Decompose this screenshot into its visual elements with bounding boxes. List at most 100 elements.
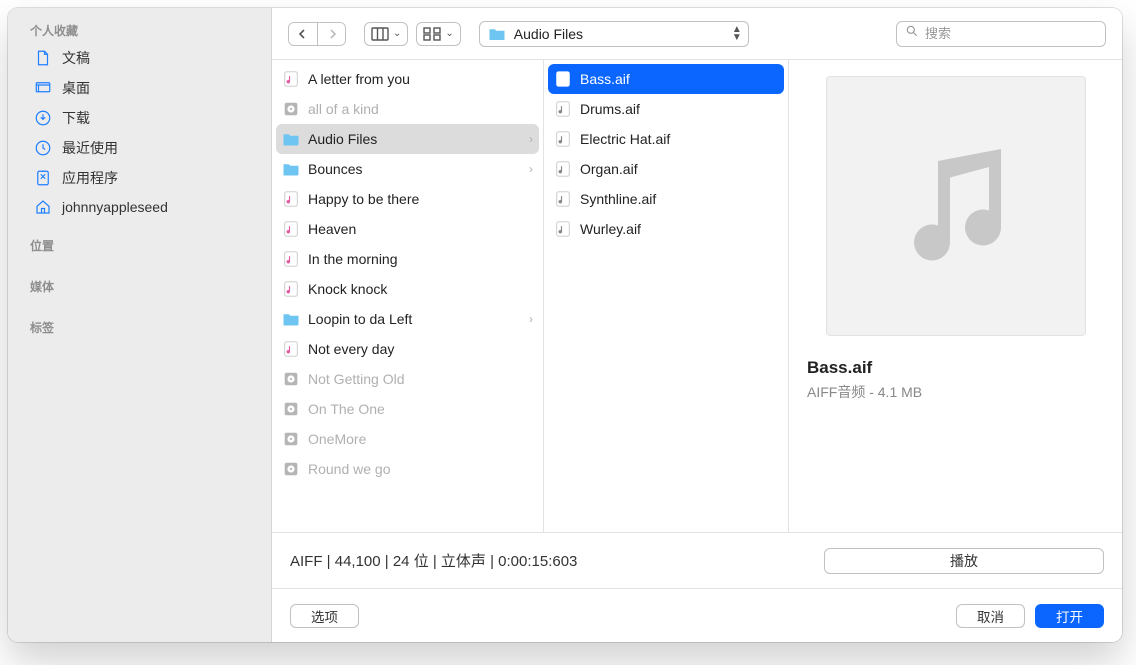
disk-icon bbox=[282, 460, 300, 478]
col1-row[interactable]: Bounces› bbox=[272, 154, 543, 184]
updown-icon: ▲▼ bbox=[732, 26, 742, 42]
desktop-icon bbox=[34, 79, 52, 97]
chevron-right-icon: › bbox=[529, 162, 533, 176]
file-row-label: In the morning bbox=[308, 251, 533, 267]
audio-icon bbox=[554, 160, 572, 178]
music-note-icon bbox=[881, 126, 1031, 286]
file-row-label: Not Getting Old bbox=[308, 371, 533, 387]
search-icon bbox=[905, 24, 919, 43]
chevron-right-icon: › bbox=[529, 132, 533, 146]
col1-row[interactable]: OneMore bbox=[272, 424, 543, 454]
folder-icon bbox=[282, 310, 300, 328]
options-button[interactable]: 选项 bbox=[290, 604, 359, 628]
file-row-label: Bass.aif bbox=[580, 71, 778, 87]
col2-row[interactable]: Synthline.aif bbox=[544, 184, 788, 214]
col1-row[interactable]: Round we go bbox=[272, 454, 543, 484]
file-row-label: Audio Files bbox=[308, 131, 521, 147]
col2-row[interactable]: Drums.aif bbox=[544, 94, 788, 124]
col2-row[interactable]: Electric Hat.aif bbox=[544, 124, 788, 154]
col1-row[interactable]: Happy to be there bbox=[272, 184, 543, 214]
sidebar-item-recents[interactable]: 最近使用 bbox=[8, 133, 271, 163]
downloads-icon bbox=[34, 109, 52, 127]
file-row-label: Synthline.aif bbox=[580, 191, 778, 207]
search-field[interactable] bbox=[896, 21, 1106, 47]
view-controls: ⌄ ⌄ bbox=[364, 22, 461, 46]
file-row-label: Not every day bbox=[308, 341, 533, 357]
sidebar-item-downloads[interactable]: 下载 bbox=[8, 103, 271, 133]
sidebar-item-applications[interactable]: 应用程序 bbox=[8, 163, 271, 193]
folder-icon bbox=[282, 160, 300, 178]
sidebar-section-tags: 标签 bbox=[8, 313, 271, 340]
file-row-label: Drums.aif bbox=[580, 101, 778, 117]
folder-icon bbox=[488, 27, 506, 41]
file-row-label: OneMore bbox=[308, 431, 533, 447]
audio-icon bbox=[554, 70, 572, 88]
nav-forward-button[interactable] bbox=[317, 23, 345, 45]
music-icon bbox=[282, 220, 300, 238]
sidebar: 个人收藏 文稿 桌面 下载 最近使用 bbox=[8, 8, 272, 642]
file-row-label: Round we go bbox=[308, 461, 533, 477]
status-bar: AIFF | 44,100 | 24 位 | 立体声 | 0:00:15:603… bbox=[272, 532, 1122, 588]
music-icon bbox=[282, 250, 300, 268]
preview-thumbnail bbox=[826, 76, 1086, 336]
col1-row[interactable]: Not every day bbox=[272, 334, 543, 364]
chevron-down-icon: ⌄ bbox=[445, 28, 453, 39]
col1-row[interactable]: Heaven bbox=[272, 214, 543, 244]
home-icon bbox=[34, 198, 52, 216]
col2-row[interactable]: Wurley.aif bbox=[544, 214, 788, 244]
col1-row[interactable]: In the morning bbox=[272, 244, 543, 274]
nav-back-button[interactable] bbox=[289, 23, 317, 45]
audio-icon bbox=[554, 100, 572, 118]
sidebar-item-home[interactable]: johnnyappleseed bbox=[8, 193, 271, 221]
search-input[interactable] bbox=[925, 26, 1101, 41]
file-row-label: Knock knock bbox=[308, 281, 533, 297]
col1-row[interactable]: Not Getting Old bbox=[272, 364, 543, 394]
disk-icon bbox=[282, 370, 300, 388]
sidebar-item-label: 最近使用 bbox=[62, 138, 118, 158]
music-icon bbox=[282, 190, 300, 208]
col1-row[interactable]: Knock knock bbox=[272, 274, 543, 304]
col1-row[interactable]: A letter from you bbox=[272, 64, 543, 94]
music-icon bbox=[282, 70, 300, 88]
col1-row[interactable]: Loopin to da Left› bbox=[272, 304, 543, 334]
preview-subtitle: AIFF音频 - 4.1 MB bbox=[807, 382, 1104, 402]
app-icon bbox=[34, 169, 52, 187]
disk-icon bbox=[282, 430, 300, 448]
file-row-label: Loopin to da Left bbox=[308, 311, 521, 327]
folder-icon bbox=[282, 130, 300, 148]
column-2[interactable]: Bass.aif Drums.aif Electric Hat.aif Organ.a… bbox=[544, 60, 789, 532]
sidebar-section-favorites: 个人收藏 bbox=[8, 16, 271, 43]
sidebar-item-documents[interactable]: 文稿 bbox=[8, 43, 271, 73]
file-row-label: A letter from you bbox=[308, 71, 533, 87]
view-grid-button[interactable]: ⌄ bbox=[416, 22, 460, 46]
toolbar: ⌄ ⌄ Audio Files ▲▼ bbox=[272, 8, 1122, 60]
sidebar-section-locations: 位置 bbox=[8, 231, 271, 258]
sidebar-item-desktop[interactable]: 桌面 bbox=[8, 73, 271, 103]
view-columns-button[interactable]: ⌄ bbox=[364, 22, 408, 46]
document-icon bbox=[34, 49, 52, 67]
file-row-label: Heaven bbox=[308, 221, 533, 237]
cancel-button[interactable]: 取消 bbox=[956, 604, 1025, 628]
col1-row[interactable]: Audio Files › bbox=[276, 124, 539, 154]
open-dialog: 个人收藏 文稿 桌面 下载 最近使用 bbox=[8, 8, 1122, 642]
col1-row[interactable]: On The One bbox=[272, 394, 543, 424]
file-row-label: Electric Hat.aif bbox=[580, 131, 778, 147]
file-row-label: all of a kind bbox=[308, 101, 533, 117]
audio-icon bbox=[554, 220, 572, 238]
audio-icon bbox=[554, 190, 572, 208]
disk-icon bbox=[282, 100, 300, 118]
col1-row[interactable]: all of a kind bbox=[272, 94, 543, 124]
main-area: ⌄ ⌄ Audio Files ▲▼ bbox=[272, 8, 1122, 642]
open-button[interactable]: 打开 bbox=[1035, 604, 1104, 628]
music-icon bbox=[282, 340, 300, 358]
play-button[interactable]: 播放 bbox=[824, 548, 1104, 574]
preview-filename: Bass.aif bbox=[807, 358, 1104, 378]
col2-row[interactable]: Organ.aif bbox=[544, 154, 788, 184]
clock-icon bbox=[34, 139, 52, 157]
path-popup[interactable]: Audio Files ▲▼ bbox=[479, 21, 749, 47]
file-row-label: Organ.aif bbox=[580, 161, 778, 177]
file-row-label: On The One bbox=[308, 401, 533, 417]
col2-row[interactable]: Bass.aif bbox=[548, 64, 784, 94]
sidebar-section-media: 媒体 bbox=[8, 272, 271, 299]
column-1[interactable]: A letter from you all of a kind Audio File… bbox=[272, 60, 544, 532]
